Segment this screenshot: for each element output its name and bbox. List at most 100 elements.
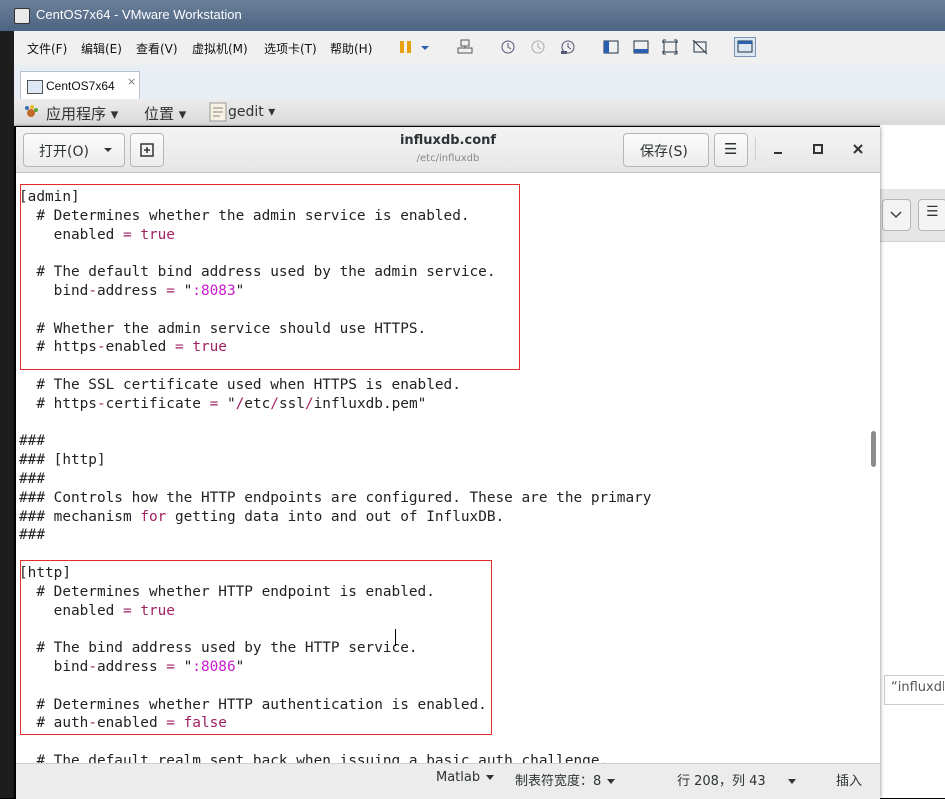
save-button-label: 保存(S) — [640, 144, 688, 160]
chevron-down-icon — [486, 775, 495, 780]
code-text: ### — [19, 527, 45, 544]
menu-edit[interactable]: 编辑(E) — [81, 40, 122, 57]
save-button[interactable]: 保存(S) — [623, 133, 709, 167]
code-text: etc — [244, 395, 271, 412]
code-text: # The SSL certificate used when HTTPS is… — [19, 377, 461, 393]
show-library-icon[interactable] — [603, 39, 619, 55]
background-window: ☰ “influxdb — [880, 125, 945, 798]
menu-view[interactable]: 查看(V) — [136, 40, 178, 57]
vm-icon — [27, 80, 43, 94]
text-editor[interactable]: [admin] # Determines whether the admin s… — [16, 173, 868, 769]
language-selector[interactable]: Matlab — [436, 770, 495, 785]
code-text: ### — [19, 471, 45, 487]
menu-file[interactable]: 文件(F) — [27, 40, 67, 57]
code-line: ### — [19, 526, 45, 545]
tab-centos7x64[interactable]: CentOS7x64 × — [20, 71, 140, 100]
bg-dropdown-button[interactable] — [882, 199, 911, 231]
close-icon[interactable] — [852, 143, 864, 155]
host-desktop-strip — [0, 31, 14, 798]
gedit-app-icon — [209, 102, 227, 122]
vmware-titlebar: CentOS7x64 - VMware Workstation — [0, 0, 945, 31]
send-ctrl-alt-del-icon[interactable] — [457, 39, 473, 55]
hamburger-icon: ☰ — [926, 204, 939, 220]
chevron-down-icon — [890, 211, 902, 219]
code-text: ### mechanism — [19, 508, 141, 525]
maximize-icon[interactable] — [812, 143, 824, 155]
full-screen-icon[interactable] — [662, 39, 678, 55]
code-line: # https-certificate = "/etc/ssl/influxdb… — [19, 395, 426, 414]
code-keyword: / — [235, 395, 245, 412]
vertical-scrollbar[interactable] — [868, 173, 880, 769]
menu-help[interactable]: 帮助(H) — [330, 40, 372, 57]
vmware-tabbar: CentOS7x64 × — [14, 65, 945, 100]
menu-button[interactable]: ☰ — [714, 133, 748, 167]
snapshot-icon[interactable] — [500, 39, 516, 55]
current-app-menu[interactable]: gedit ▾ — [228, 104, 275, 120]
code-line: ### — [19, 470, 45, 489]
gnome-foot-icon — [25, 105, 38, 117]
text-cursor — [395, 629, 396, 646]
menu-vm[interactable]: 虚拟机(M) — [192, 40, 248, 57]
code-text: influxdb.pem" — [313, 395, 427, 412]
code-keyword: for — [140, 508, 167, 525]
code-text: getting data into and out of InfluxDB. — [166, 508, 505, 525]
code-keyword: / — [304, 395, 314, 412]
code-keyword: - — [96, 395, 106, 412]
snapshot-manager-icon[interactable] — [560, 39, 576, 55]
menu-tabs[interactable]: 选项卡(T) — [264, 40, 317, 57]
code-text: ### Controls how the HTTP endpoints are … — [19, 489, 652, 506]
tab-width-selector[interactable]: 制表符宽度：8 — [515, 770, 616, 789]
gedit-statusbar: Matlab 制表符宽度：8 行 208，列 43 插入 — [16, 763, 880, 799]
new-document-icon — [140, 143, 154, 157]
chevron-down-icon — [787, 779, 796, 784]
insert-mode-indicator: 插入 — [836, 774, 863, 789]
console-view-icon[interactable] — [734, 37, 756, 57]
code-text: ssl — [278, 395, 305, 412]
code-text: " — [218, 395, 236, 412]
revert-snapshot-icon[interactable] — [530, 39, 546, 55]
new-tab-button[interactable] — [130, 133, 164, 167]
code-keyword: = — [209, 395, 219, 412]
unity-icon[interactable] — [692, 39, 708, 55]
gedit-window: 打开(O) influxdb.conf /etc/influxdb 保存(S) … — [16, 127, 880, 799]
code-line: ### [http] — [19, 451, 106, 470]
chevron-down-icon — [104, 148, 112, 152]
tab-width-label: 制表符宽度：8 — [515, 774, 602, 789]
code-line: ### — [19, 432, 45, 451]
code-text: certificate — [105, 395, 210, 412]
vmware-window-title: CentOS7x64 - VMware Workstation — [36, 7, 242, 22]
code-line: ### mechanism for getting data into and … — [19, 508, 504, 527]
cursor-position-label: 行 208，列 43 — [677, 774, 766, 789]
bg-menu-button[interactable]: ☰ — [918, 199, 945, 231]
tab-close-icon[interactable]: × — [127, 75, 136, 88]
admin-section-highlight — [20, 184, 520, 370]
header-separator — [755, 137, 756, 161]
language-label: Matlab — [436, 770, 481, 785]
code-keyword: / — [270, 395, 279, 412]
gnome-top-panel: 应用程序 ▾ 位置 ▾ gedit ▾ — [14, 99, 945, 126]
places-menu[interactable]: 位置 ▾ — [144, 103, 186, 124]
thumbnail-bar-icon[interactable] — [633, 39, 649, 55]
document-path: /etc/influxdb — [416, 153, 480, 164]
open-button-label: 打开(O) — [39, 144, 89, 160]
code-text: ### [http] — [19, 452, 106, 469]
background-window-header: ☰ — [880, 189, 945, 242]
bg-search-result: “influxdb — [884, 675, 944, 705]
http-section-highlight — [20, 560, 492, 735]
hamburger-icon: ☰ — [724, 140, 738, 158]
tab-label: CentOS7x64 — [46, 79, 115, 93]
open-button[interactable]: 打开(O) — [23, 133, 125, 167]
pause-icon[interactable] — [398, 39, 414, 55]
gedit-headerbar: 打开(O) influxdb.conf /etc/influxdb 保存(S) … — [16, 127, 880, 173]
vmware-menubar: 文件(F) 编辑(E) 查看(V) 虚拟机(M) 选项卡(T) 帮助(H) — [14, 31, 945, 66]
code-text: ### — [19, 433, 45, 450]
minimize-icon[interactable] — [772, 145, 784, 155]
code-line: # The SSL certificate used when HTTPS is… — [19, 376, 461, 395]
pause-dropdown-icon[interactable] — [420, 39, 430, 55]
code-line: ### Controls how the HTTP endpoints are … — [19, 489, 651, 508]
document-title: influxdb.conf — [399, 133, 497, 148]
applications-menu[interactable]: 应用程序 ▾ — [46, 103, 118, 124]
scrollbar-thumb[interactable] — [871, 431, 876, 467]
chevron-down-icon — [607, 779, 616, 784]
cursor-position-selector[interactable]: 行 208，列 43 — [677, 770, 796, 789]
